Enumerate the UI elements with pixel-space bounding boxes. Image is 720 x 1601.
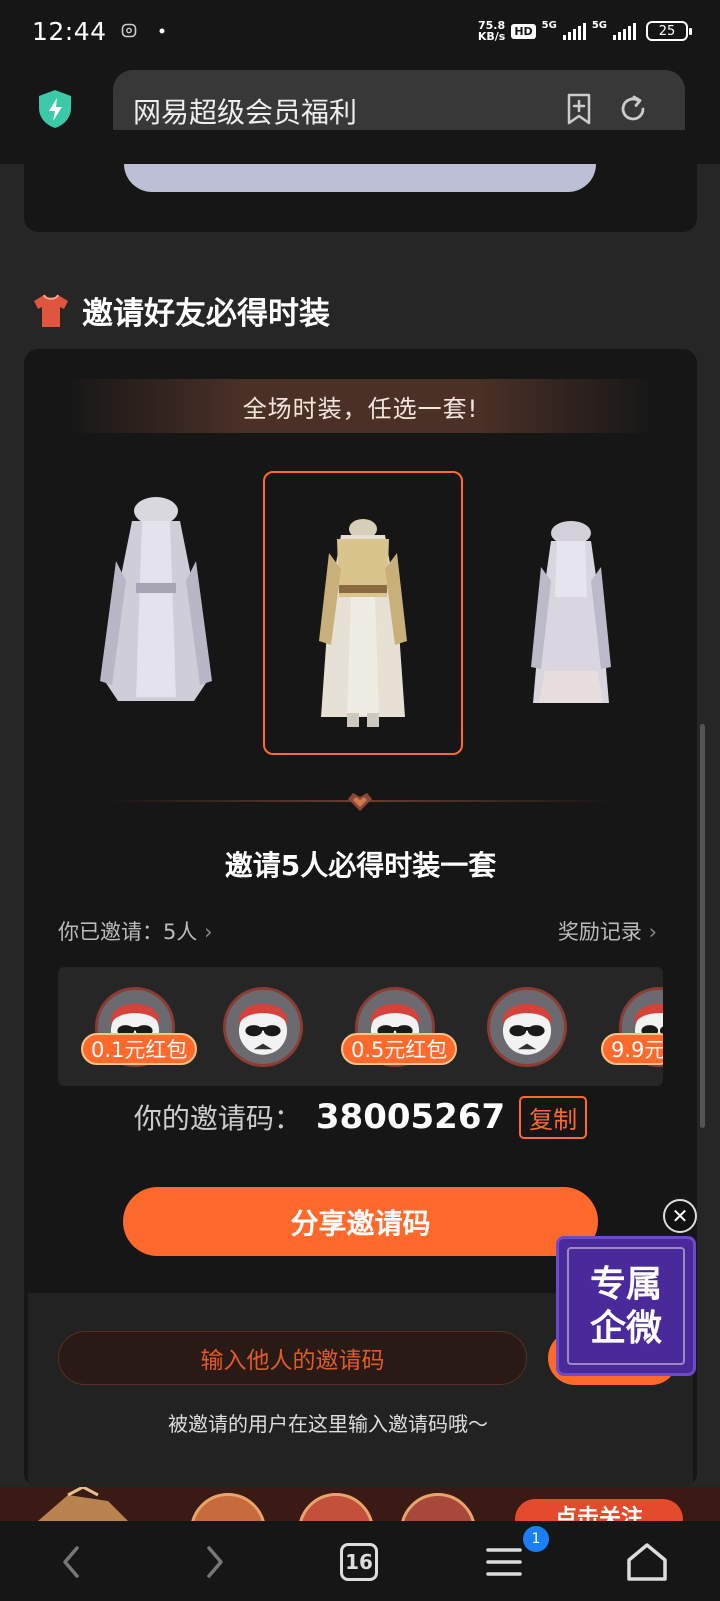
invited-count-link[interactable]: 你已邀请：5人 › (58, 916, 212, 946)
page-title: 网易超级会员福利 (133, 96, 358, 129)
signal-1-label: 5G (541, 20, 557, 31)
battery-icon: 25 (646, 21, 692, 41)
invitee-avatar (223, 987, 303, 1067)
wecom-float-button[interactable]: 专属 企微 (556, 1236, 696, 1376)
tab-count: 16 (340, 1543, 378, 1581)
reward-record-link[interactable]: 奖励记录 › (558, 916, 657, 946)
promo-banner: 全场时装，任选一套! (64, 379, 657, 433)
outfit-image (319, 519, 407, 727)
section-title: 邀请好友必得时装 (82, 296, 330, 332)
menu-icon (486, 1548, 522, 1576)
reward-record-label: 奖励记录 (557, 920, 642, 944)
coin-icon[interactable] (190, 1493, 266, 1521)
section-header: 邀请好友必得时装 (32, 288, 330, 333)
scrollbar[interactable] (700, 724, 705, 1128)
outfit-image (100, 497, 212, 701)
signal-2-label: 5G (591, 20, 607, 31)
refresh-icon[interactable] (616, 92, 650, 126)
chevron-right-icon (207, 1546, 223, 1578)
home-icon (627, 1543, 667, 1581)
outfit-center[interactable] (263, 471, 463, 755)
share-invite-code-button[interactable]: 分享邀请码 (123, 1187, 598, 1256)
status-time: 12:44 (32, 16, 107, 46)
reward-tag: 0.5元红包 (341, 1033, 458, 1065)
enter-code-hint: 被邀请的用户在这里输入邀请码哦～ (168, 1412, 488, 1436)
bookmark-add-icon[interactable] (562, 92, 596, 126)
chevron-left-icon (63, 1546, 79, 1578)
browser-nav-bar: 16 (0, 1521, 720, 1601)
chevron-right-icon: › (648, 920, 657, 944)
gift-box-icon (38, 1487, 128, 1521)
follow-button[interactable]: 点击关注 (515, 1499, 683, 1521)
back-button[interactable] (48, 1539, 94, 1585)
invite-code-input[interactable]: 输入他人的邀请码 (58, 1331, 527, 1385)
outfit-image (531, 521, 611, 703)
copy-button[interactable]: 复制 (519, 1095, 588, 1139)
share-button-label: 分享邀请码 (290, 1206, 431, 1240)
status-indicators: 75.8 KB/s HD 5G 5G 25 (477, 20, 692, 43)
menu-notification-badge: 1 (523, 1526, 549, 1552)
hd-badge: HD (511, 23, 536, 39)
promo-banner-text: 全场时装，任选一套! (242, 394, 479, 423)
forward-button[interactable] (192, 1539, 238, 1585)
invited-count-label: 你已邀请：5人 (58, 920, 198, 944)
net-speed-unit: KB/s (477, 30, 506, 43)
previous-card-button[interactable] (124, 164, 596, 192)
invite-code-value: 38005267 (315, 1097, 506, 1137)
home-button[interactable] (624, 1539, 670, 1585)
battery-level: 25 (658, 23, 676, 39)
signal-2-icon (613, 22, 636, 40)
shield-bolt-icon[interactable] (36, 88, 74, 130)
status-bar: 12:44 75.8 KB/s HD 5G 5G 25 (0, 0, 720, 62)
close-icon[interactable]: ✕ (663, 1199, 697, 1233)
outfit-right[interactable] (471, 471, 671, 755)
reward-progress-strip[interactable]: 0.1元红包 0.5元红包 9.9元 (58, 967, 663, 1086)
invitee-avatar (487, 987, 567, 1067)
chevron-right-icon: › (204, 920, 213, 944)
outfit-left[interactable] (56, 471, 256, 755)
gift-coin-icon[interactable] (298, 1493, 374, 1521)
promo-strip: 点击关注 (0, 1487, 720, 1521)
reward-tag: 9.9元 (601, 1033, 663, 1065)
dot-icon (159, 28, 165, 34)
menu-button[interactable] (481, 1539, 527, 1585)
invite-code-input-placeholder: 输入他人的邀请码 (200, 1348, 385, 1374)
signal-1-icon (562, 22, 586, 40)
message-notification-icon (121, 23, 136, 38)
tabs-button[interactable]: 16 (336, 1539, 382, 1585)
reward-tag: 0.1元红包 (81, 1033, 198, 1065)
invite-heading: 邀请5人必得时装一套 (224, 849, 497, 882)
shirt-icon (34, 293, 68, 327)
heart-gem-icon (348, 793, 372, 811)
invite-code-row: 你的邀请码： 38005267 复制 (24, 1087, 697, 1147)
pack-coin-icon[interactable] (400, 1493, 476, 1521)
invite-code-label: 你的邀请码： (133, 1102, 302, 1135)
